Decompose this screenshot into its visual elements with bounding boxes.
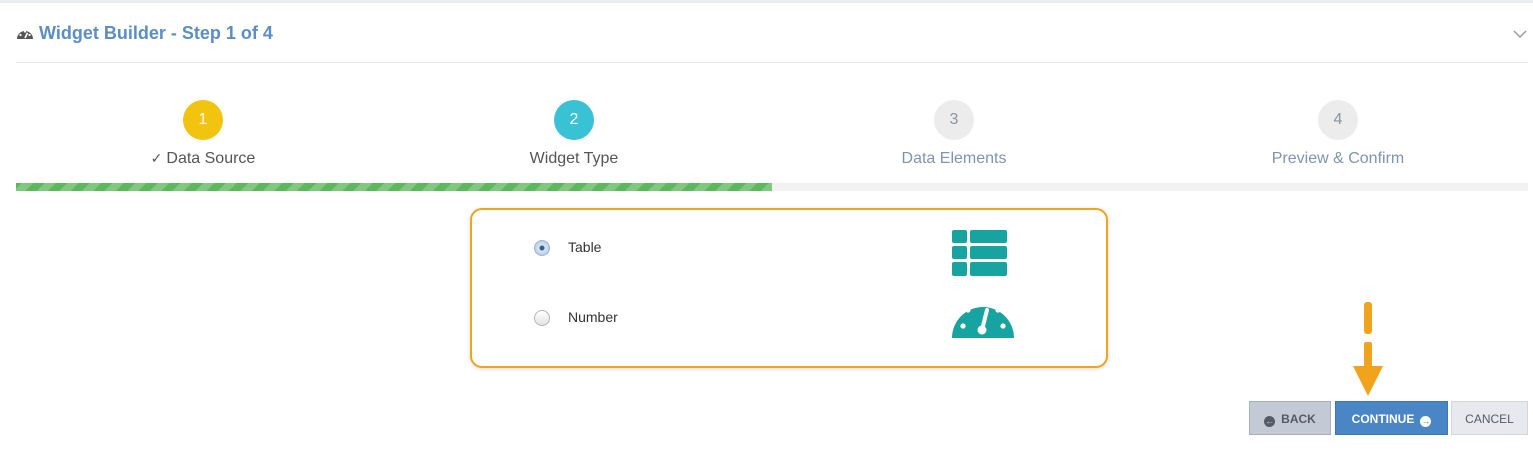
table-radio[interactable] [534,240,550,256]
top-border [0,0,1533,3]
chevron-down-icon[interactable] [1512,26,1528,42]
step-2-circle: 2 [554,100,594,140]
cancel-button-label: CANCEL [1465,412,1514,426]
arrow-right-circle-icon: → [1420,416,1432,427]
step-preview-confirm[interactable]: 4 Preview & Confirm [1208,100,1468,168]
widget-type-options: Table Number [470,208,1108,368]
option-number[interactable]: Number [534,297,1054,338]
continue-button[interactable]: CONTINUE → [1335,401,1448,435]
back-button[interactable]: ← BACK [1249,401,1331,435]
step-3-label: Data Elements [901,150,1007,167]
step-4-circle: 4 [1318,100,1358,140]
number-label: Number [568,309,618,325]
cancel-button[interactable]: CANCEL [1451,401,1528,435]
progress-track [16,183,1528,191]
table-icon [950,228,1010,285]
option-table[interactable]: Table [534,228,1054,276]
continue-button-label: CONTINUE [1351,412,1415,426]
number-radio[interactable] [534,310,550,326]
step-2-label: Widget Type [529,150,619,167]
dashboard-icon [16,26,34,42]
arrow-left-circle-icon: ← [1264,416,1276,427]
step-widget-type[interactable]: 2 Widget Type [444,100,704,168]
back-button-label: BACK [1281,412,1316,426]
widget-builder-header: Widget Builder - Step 1 of 4 [16,20,1528,63]
step-1-label-text: Data Source [166,150,256,167]
gauge-icon [950,288,1016,345]
annotation-arrow-icon [1353,302,1383,396]
progress-fill [16,183,772,191]
step-1-label: ✓ Data Source [73,150,333,168]
checkmark-icon: ✓ [150,150,163,166]
page-title: Widget Builder - Step 1 of 4 [39,23,273,43]
step-3-circle: 3 [934,100,974,140]
step-data-elements[interactable]: 3 Data Elements [824,100,1084,168]
step-4-label: Preview & Confirm [1271,150,1405,167]
step-1-circle: 1 [183,100,223,140]
table-label: Table [568,239,602,255]
step-data-source[interactable]: 1 ✓ Data Source [73,100,333,168]
